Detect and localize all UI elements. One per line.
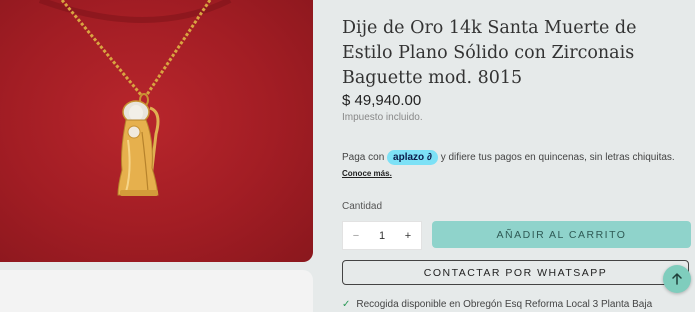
arrow-up-icon [672,273,682,285]
check-icon: ✓ [342,299,351,310]
pickup-text: Recogida disponible en Obregón Esq Refor… [356,299,653,310]
scroll-to-top-button[interactable] [663,265,691,293]
bnpl-message: Paga con aplazo ∂ y difiere tus pagos en… [342,150,682,182]
tax-note: Impuesto incluido. [342,112,423,123]
whatsapp-contact-button[interactable]: CONTACTAR POR WHATSAPP [342,260,689,285]
pickup-availability: ✓ Recogida disponible en Obregón Esq Refo… [342,299,692,310]
bnpl-suffix: y difiere tus pagos en quincenas, sin le… [440,152,675,164]
aplazo-logo[interactable]: aplazo ∂ [387,150,438,165]
quantity-value[interactable]: 1 [369,230,395,242]
aplazo-brand: aplazo [393,152,425,163]
product-price: $ 49,940.00 [342,92,422,109]
quantity-label: Cantidad [342,201,383,212]
quantity-stepper: − 1 + [342,221,422,250]
product-thumbnail[interactable] [0,270,313,312]
learn-more-link[interactable]: Conoce más. [342,169,392,178]
aplazo-mark-icon: ∂ [426,152,432,163]
product-title: Dije de Oro 14k Santa Muerte de Estilo P… [342,18,637,88]
pendant-illustration [38,0,232,196]
bnpl-prefix: Paga con [342,152,385,164]
add-to-cart-button[interactable]: AÑADIR AL CARRITO [432,221,691,248]
increase-quantity-button[interactable]: + [395,230,421,242]
product-image[interactable] [0,0,313,262]
decrease-quantity-button[interactable]: − [343,230,369,242]
